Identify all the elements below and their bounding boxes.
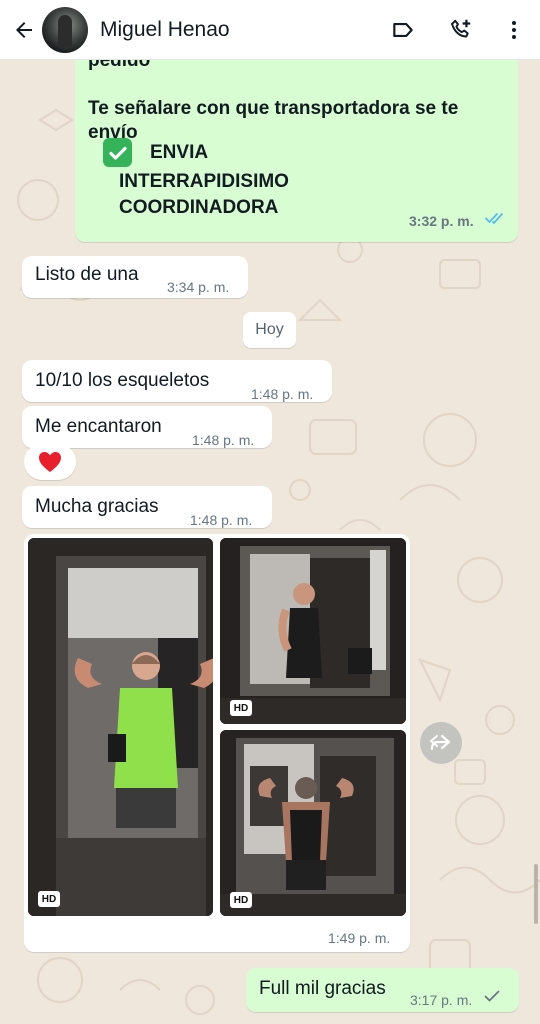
message-text: pedido: [88, 60, 151, 71]
incoming-message[interactable]: 10/10 los esqueletos 1:48 p. m.: [22, 360, 332, 402]
incoming-message[interactable]: Me encantaron 1:48 p. m.: [22, 406, 272, 448]
message-text: 10/10 los esqueletos: [35, 370, 210, 391]
message-text: Full mil gracias: [259, 978, 386, 999]
incoming-message[interactable]: Mucha gracias 1:48 p. m.: [22, 486, 272, 528]
hd-badge: HD: [230, 700, 252, 716]
single-check-icon: [484, 990, 500, 1002]
double-check-read-icon: [485, 213, 503, 225]
message-reaction[interactable]: [24, 444, 76, 480]
message-time: 3:32 p. m.: [409, 213, 474, 229]
album-photo[interactable]: HD: [28, 538, 213, 916]
incoming-message[interactable]: Listo de una 3:34 p. m.: [22, 256, 248, 298]
album-photo[interactable]: HD: [220, 730, 406, 916]
contact-avatar[interactable]: [42, 6, 88, 53]
back-arrow-icon: [16, 21, 32, 38]
date-separator: Hoy: [243, 312, 296, 348]
chat-area[interactable]: pedido Te señalare con que transportador…: [0, 60, 540, 1024]
message-time: 3:17 p. m.: [410, 992, 473, 1008]
message-time: 1:48 p. m.: [192, 432, 255, 448]
message-text: Mucha gracias: [35, 496, 159, 517]
message-text: COORDINADORA: [119, 197, 279, 218]
forward-icon: [430, 734, 451, 751]
label-icon: [393, 22, 413, 37]
forward-button[interactable]: [420, 722, 462, 764]
heart-icon: [39, 452, 61, 472]
photo-album-message[interactable]: HD HD HD 1:49 p. m.: [24, 534, 410, 952]
more-vert-icon: [512, 20, 516, 39]
contact-name[interactable]: Miguel Henao: [100, 18, 380, 42]
add-call-button[interactable]: [438, 7, 484, 53]
message-time: 1:49 p. m.: [328, 930, 391, 946]
message-text: ENVIA: [150, 142, 209, 163]
more-options-button[interactable]: [496, 7, 532, 53]
message-time: 3:34 p. m.: [167, 279, 230, 295]
message-time: 1:48 p. m.: [190, 512, 253, 528]
chat-header: Miguel Henao: [0, 0, 540, 60]
check-box-icon: [103, 138, 132, 167]
add-call-icon: [451, 19, 471, 37]
message-text: Me encantaron: [35, 416, 162, 437]
back-button[interactable]: [8, 10, 40, 50]
label-button[interactable]: [380, 7, 426, 53]
album-photo[interactable]: HD: [220, 538, 406, 724]
scrollbar-thumb[interactable]: [534, 864, 538, 924]
hd-badge: HD: [38, 891, 60, 907]
message-text: INTERRAPIDISIMO: [119, 171, 289, 192]
message-time: 1:48 p. m.: [251, 386, 314, 402]
hd-badge: HD: [230, 892, 252, 908]
message-text: Listo de una: [35, 264, 139, 285]
outgoing-message[interactable]: Full mil gracias 3:17 p. m.: [246, 968, 519, 1012]
outgoing-message[interactable]: pedido Te señalare con que transportador…: [75, 60, 518, 242]
message-text: Te señalare con que transportadora se te: [88, 98, 459, 119]
mirror-selfie-image: [28, 538, 213, 916]
